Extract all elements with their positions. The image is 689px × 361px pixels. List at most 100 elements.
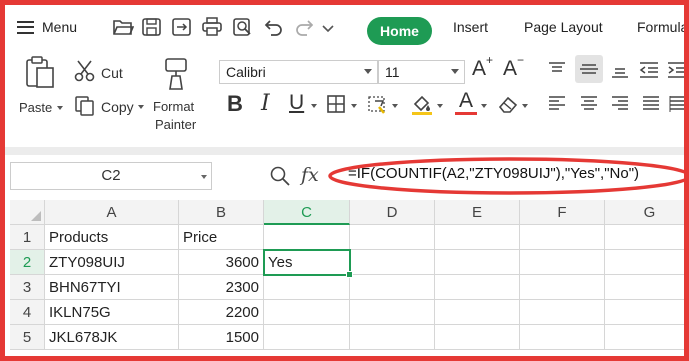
fill-format-dropdown-icon[interactable] bbox=[392, 104, 398, 108]
justify-icon[interactable] bbox=[642, 95, 660, 113]
cell-a1[interactable]: Products bbox=[45, 225, 179, 250]
column-header-c[interactable]: C bbox=[264, 200, 350, 225]
align-left-icon[interactable] bbox=[548, 95, 566, 113]
underline-button[interactable]: U bbox=[289, 91, 304, 115]
column-header-e[interactable]: E bbox=[435, 200, 520, 225]
tab-home[interactable]: Home bbox=[367, 17, 432, 45]
export-icon[interactable] bbox=[171, 17, 193, 37]
cell-f4[interactable] bbox=[520, 300, 605, 325]
cell-a4[interactable]: IKLN75G bbox=[45, 300, 179, 325]
cut-button[interactable]: Cut bbox=[101, 65, 123, 81]
align-right-icon[interactable] bbox=[611, 95, 629, 113]
row-header-2[interactable]: 2 bbox=[10, 250, 45, 275]
tab-insert[interactable]: Insert bbox=[453, 19, 488, 35]
eraser-dropdown-icon[interactable] bbox=[522, 104, 528, 108]
underline-dropdown-icon[interactable] bbox=[311, 104, 317, 108]
align-bottom-icon[interactable] bbox=[611, 61, 629, 79]
cell-g2[interactable] bbox=[605, 250, 684, 275]
cell-f3[interactable] bbox=[520, 275, 605, 300]
cell-e1[interactable] bbox=[435, 225, 520, 250]
cell-f5[interactable] bbox=[520, 325, 605, 350]
undo-icon[interactable] bbox=[263, 17, 285, 37]
italic-button[interactable]: I bbox=[261, 91, 270, 116]
row-header-5[interactable]: 5 bbox=[10, 325, 45, 350]
cell-e4[interactable] bbox=[435, 300, 520, 325]
bold-button[interactable]: B bbox=[227, 91, 243, 117]
font-size-select[interactable]: 11 bbox=[378, 60, 465, 84]
cell-d4[interactable] bbox=[350, 300, 435, 325]
align-middle-button[interactable] bbox=[575, 55, 603, 83]
font-color-button[interactable]: A bbox=[455, 89, 477, 115]
cell-b1[interactable]: Price bbox=[179, 225, 264, 250]
decrease-font-size-button[interactable]: A − bbox=[503, 53, 524, 81]
menu-button[interactable]: Menu bbox=[17, 15, 77, 39]
cell-c4[interactable] bbox=[264, 300, 350, 325]
print-preview-icon[interactable] bbox=[232, 17, 254, 37]
cell-f1[interactable] bbox=[520, 225, 605, 250]
cell-a5[interactable]: JKL678JK bbox=[45, 325, 179, 350]
copy-dropdown-icon[interactable] bbox=[138, 105, 144, 109]
save-icon[interactable] bbox=[141, 17, 163, 37]
column-header-b[interactable]: B bbox=[179, 200, 264, 225]
cell-b4[interactable]: 2200 bbox=[179, 300, 264, 325]
cell-d5[interactable] bbox=[350, 325, 435, 350]
column-header-f[interactable]: F bbox=[520, 200, 605, 225]
column-header-a[interactable]: A bbox=[45, 200, 179, 225]
chevron-down-icon[interactable] bbox=[321, 21, 335, 33]
borders-dropdown-icon[interactable] bbox=[351, 104, 357, 108]
cell-d2[interactable] bbox=[350, 250, 435, 275]
cell-e5[interactable] bbox=[435, 325, 520, 350]
cell-c3[interactable] bbox=[264, 275, 350, 300]
redo-icon[interactable] bbox=[293, 17, 315, 37]
cell-f2[interactable] bbox=[520, 250, 605, 275]
align-top-icon[interactable] bbox=[548, 61, 566, 79]
row-header-3[interactable]: 3 bbox=[10, 275, 45, 300]
cell-d1[interactable] bbox=[350, 225, 435, 250]
name-box[interactable]: C2 bbox=[10, 162, 212, 190]
column-header-d[interactable]: D bbox=[350, 200, 435, 225]
cell-a2[interactable]: ZTY098UIJ bbox=[45, 250, 179, 275]
eraser-icon[interactable] bbox=[497, 94, 519, 114]
zoom-search-icon[interactable] bbox=[269, 165, 291, 187]
decrease-indent-icon[interactable] bbox=[639, 61, 659, 79]
cell-d3[interactable] bbox=[350, 275, 435, 300]
font-name-select[interactable]: Calibri bbox=[219, 60, 378, 84]
row-header-1[interactable]: 1 bbox=[10, 225, 45, 250]
select-all-corner[interactable] bbox=[10, 200, 45, 225]
scissors-icon[interactable] bbox=[73, 59, 97, 83]
increase-indent-icon[interactable] bbox=[667, 61, 684, 79]
distributed-align-icon[interactable] bbox=[669, 95, 684, 113]
cell-b2[interactable]: 3600 bbox=[179, 250, 264, 275]
cell-e3[interactable] bbox=[435, 275, 520, 300]
function-fx-icon[interactable]: fx bbox=[301, 164, 319, 186]
cell-b5[interactable]: 1500 bbox=[179, 325, 264, 350]
tab-page-layout[interactable]: Page Layout bbox=[524, 19, 603, 35]
align-center-icon[interactable] bbox=[580, 95, 598, 113]
paste-button[interactable]: Paste bbox=[19, 100, 52, 115]
name-box-dropdown-icon[interactable] bbox=[201, 175, 207, 179]
tab-formula[interactable]: Formula bbox=[637, 19, 684, 35]
cell-b3[interactable]: 2300 bbox=[179, 275, 264, 300]
cell-c1[interactable] bbox=[264, 225, 350, 250]
row-header-4[interactable]: 4 bbox=[10, 300, 45, 325]
cell-a3[interactable]: BHN67TYI bbox=[45, 275, 179, 300]
cell-e2[interactable] bbox=[435, 250, 520, 275]
cell-g4[interactable] bbox=[605, 300, 684, 325]
cell-g3[interactable] bbox=[605, 275, 684, 300]
open-folder-icon[interactable] bbox=[112, 17, 135, 37]
cell-g5[interactable] bbox=[605, 325, 684, 350]
paste-icon[interactable] bbox=[24, 55, 56, 89]
font-color-dropdown-icon[interactable] bbox=[481, 104, 487, 108]
cell-g1[interactable] bbox=[605, 225, 684, 250]
format-painter-icon[interactable] bbox=[163, 57, 189, 91]
borders-icon[interactable] bbox=[326, 94, 346, 114]
print-icon[interactable] bbox=[201, 17, 223, 37]
copy-button[interactable]: Copy bbox=[101, 99, 134, 115]
cell-c5[interactable] bbox=[264, 325, 350, 350]
copy-icon[interactable] bbox=[74, 95, 96, 117]
fill-format-icon[interactable] bbox=[367, 93, 389, 115]
paste-dropdown-icon[interactable] bbox=[57, 106, 63, 110]
fill-color-dropdown-icon[interactable] bbox=[437, 104, 443, 108]
fill-handle[interactable] bbox=[346, 271, 353, 278]
format-painter-label-1[interactable]: Format bbox=[153, 99, 194, 114]
